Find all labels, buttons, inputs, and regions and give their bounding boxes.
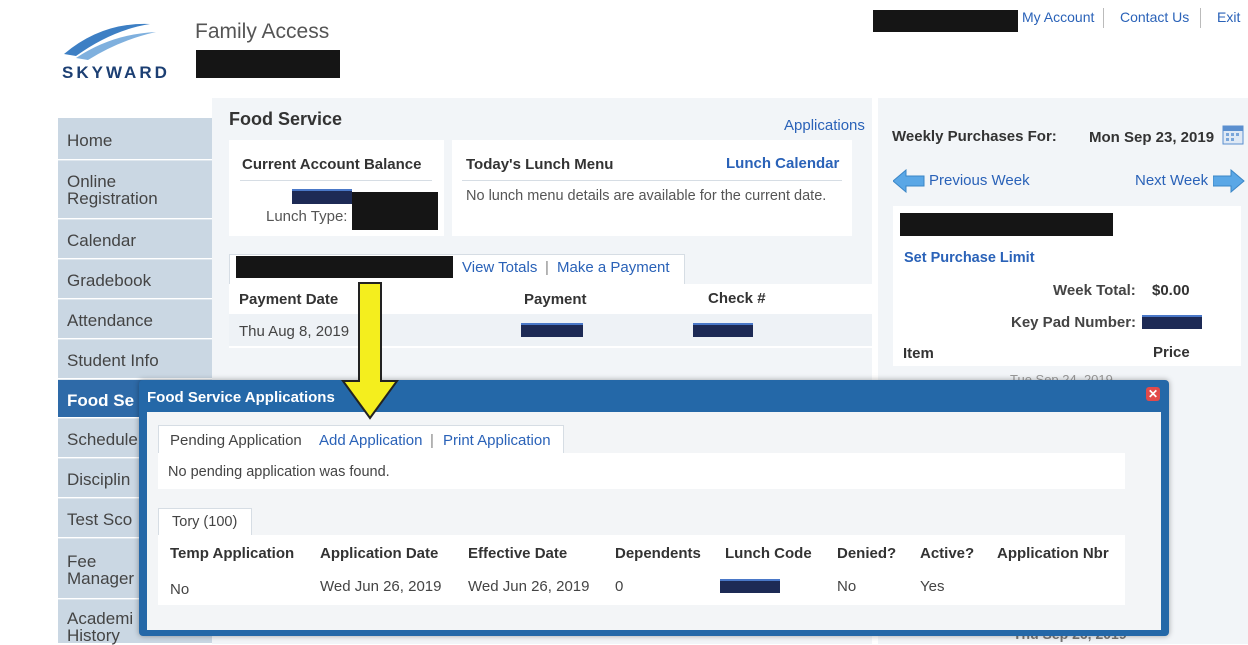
arrow-right-icon[interactable] — [1212, 168, 1245, 194]
balance-header: Current Account Balance — [242, 156, 422, 173]
redacted-payment — [521, 323, 583, 337]
col-active: Active? — [920, 545, 975, 562]
sidebar-item-online-registration[interactable]: Online Registration — [58, 161, 212, 219]
sidebar-item-attendance[interactable]: Attendance — [58, 300, 212, 339]
col-check-number: Check # — [708, 290, 766, 307]
link-separator: | — [430, 432, 434, 449]
redacted-district — [196, 50, 340, 78]
redacted-lunch-type — [352, 192, 438, 230]
divider — [1103, 8, 1104, 28]
skyward-logo-icon: SKYWARD — [62, 23, 170, 82]
col-application-date: Application Date — [320, 545, 439, 562]
key-pad-label: Key Pad Number: — [1011, 314, 1137, 331]
redacted-check — [693, 323, 753, 337]
col-effective-date: Effective Date — [468, 545, 568, 562]
weekly-date: Mon Sep 23, 2019 — [1089, 129, 1215, 146]
close-icon[interactable]: ✕ — [1146, 387, 1160, 401]
link-separator: | — [545, 259, 549, 276]
week-total-label: Week Total: — [1053, 282, 1136, 299]
redacted-balance — [292, 189, 352, 204]
cell-denied: No — [837, 578, 857, 595]
redacted-username — [873, 10, 1018, 32]
weekly-purchases-label: Weekly Purchases For: — [892, 128, 1057, 145]
menu-header: Today's Lunch Menu — [466, 156, 614, 173]
my-account-link[interactable]: My Account — [1022, 9, 1094, 25]
cell-effective-date: Wed Jun 26, 2019 — [468, 578, 590, 595]
col-payment-date: Payment Date — [239, 291, 339, 308]
sidebar-item-gradebook[interactable]: Gradebook — [58, 260, 212, 299]
previous-week-link[interactable]: Previous Week — [929, 172, 1030, 189]
brand-text: SKYWARD — [62, 63, 170, 82]
col-temp-application: Temp Application — [170, 545, 295, 562]
app-title: Family Access — [195, 20, 330, 43]
set-purchase-limit-link[interactable]: Set Purchase Limit — [904, 250, 1035, 266]
col-lunch-code: Lunch Code — [725, 545, 812, 562]
col-dependents: Dependents — [615, 545, 701, 562]
col-payment: Payment — [524, 291, 587, 308]
sidebar-item-calendar[interactable]: Calendar — [58, 220, 212, 259]
tab-pending-application[interactable]: Pending Application — [170, 432, 302, 449]
redacted-lunch-code — [720, 579, 780, 593]
cell-active: Yes — [920, 578, 945, 595]
contact-us-link[interactable]: Contact Us — [1120, 9, 1189, 25]
annotation-arrow-icon — [340, 281, 400, 421]
arrow-left-icon[interactable] — [892, 168, 925, 194]
cell-dependents: 0 — [615, 578, 624, 595]
cell-application-date: Wed Jun 26, 2019 — [320, 578, 442, 595]
view-totals-link[interactable]: View Totals — [462, 259, 537, 276]
redacted-student-name — [236, 256, 453, 278]
make-payment-link[interactable]: Make a Payment — [557, 259, 670, 276]
divider — [1200, 8, 1201, 28]
redacted-keypad — [1142, 315, 1202, 329]
divider — [240, 180, 432, 181]
menu-message: No lunch menu details are available for … — [466, 188, 827, 204]
week-total-value: $0.00 — [1152, 282, 1190, 299]
exit-link[interactable]: Exit — [1217, 9, 1240, 25]
col-price: Price — [1153, 344, 1190, 361]
student-tab-label: Tory (100) — [172, 514, 238, 530]
applications-link[interactable]: Applications — [784, 117, 865, 134]
redacted-student — [900, 213, 1113, 236]
lunch-calendar-link[interactable]: Lunch Calendar — [726, 155, 839, 172]
skyward-logo: SKYWARD — [62, 14, 182, 84]
col-application-nbr: Application Nbr — [997, 545, 1109, 562]
calendar-icon[interactable] — [1222, 123, 1244, 145]
next-week-link[interactable]: Next Week — [1135, 172, 1208, 189]
page-title: Food Service — [229, 109, 343, 129]
payment-date-cell: Thu Aug 8, 2019 — [239, 323, 350, 340]
sidebar-item-home[interactable]: Home — [58, 118, 212, 160]
print-application-link[interactable]: Print Application — [443, 432, 551, 449]
lunch-type-label: Lunch Type: — [266, 208, 348, 225]
add-application-link[interactable]: Add Application — [319, 432, 422, 449]
sidebar-item-student-info[interactable]: Student Info — [58, 340, 212, 379]
col-denied: Denied? — [837, 545, 897, 562]
divider — [462, 180, 842, 181]
dialog-title: Food Service Applications — [147, 389, 335, 406]
cell-temp: No — [170, 581, 190, 598]
pending-message: No pending application was found. — [168, 464, 390, 480]
col-item: Item — [903, 345, 934, 362]
